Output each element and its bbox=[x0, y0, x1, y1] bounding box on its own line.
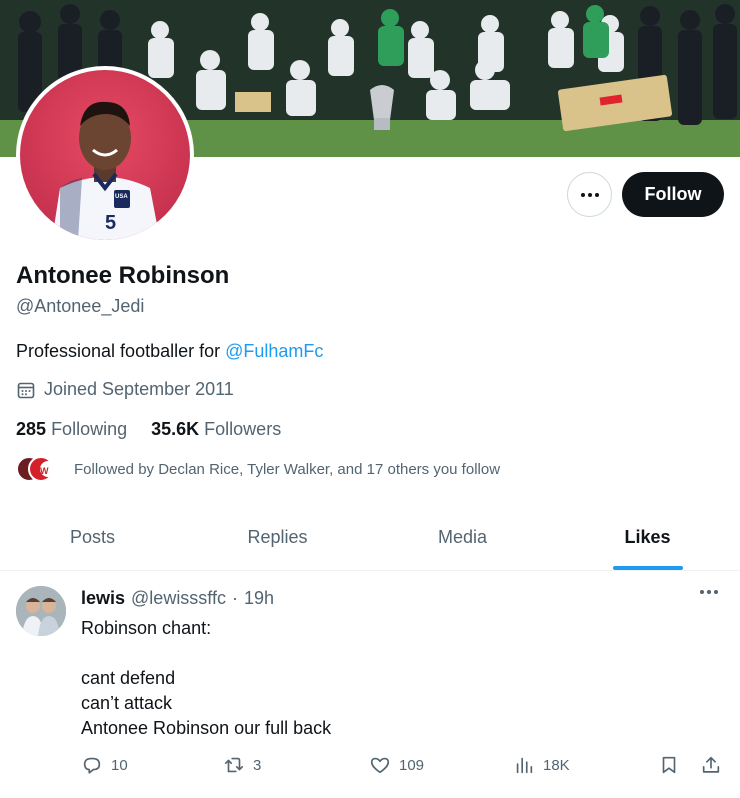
repost-button[interactable]: 3 bbox=[223, 754, 261, 776]
joined-text: Joined September 2011 bbox=[44, 379, 234, 399]
repost-count: 3 bbox=[253, 756, 262, 774]
tweet-author-name[interactable]: lewis bbox=[81, 588, 125, 609]
profile-avatar[interactable]: USA 5 bbox=[16, 66, 194, 244]
followers-label: Followers bbox=[204, 419, 282, 439]
tweet-line bbox=[81, 641, 331, 666]
tweet-line: cant defend bbox=[81, 668, 176, 688]
tweet-text: Robinson chant: cant defend can’t attack… bbox=[81, 616, 331, 741]
like-button[interactable]: 109 bbox=[369, 754, 424, 776]
calendar-icon bbox=[17, 382, 35, 398]
repost-icon bbox=[224, 757, 244, 773]
following-link[interactable]: 285 Following bbox=[16, 419, 127, 440]
profile-name: Antonee Robinson bbox=[16, 262, 230, 289]
following-label: Following bbox=[51, 419, 128, 439]
bookmark-icon bbox=[662, 756, 676, 774]
tweet-separator: · bbox=[232, 588, 238, 608]
reply-button[interactable]: 10 bbox=[81, 754, 128, 776]
tweet[interactable]: lewis @lewisssffc · 19h Robinson chant: … bbox=[0, 572, 740, 798]
more-options-button[interactable] bbox=[567, 172, 612, 217]
author-photo bbox=[16, 586, 66, 636]
followed-by[interactable]: W Followed by Declan Rice, Tyler Walker,… bbox=[16, 456, 500, 482]
avatar-photo: USA 5 bbox=[20, 70, 190, 240]
share-button[interactable] bbox=[700, 754, 722, 776]
tweet-header: lewis @lewisssffc · 19h bbox=[81, 588, 274, 609]
tab-posts[interactable]: Posts bbox=[0, 504, 185, 570]
tab-media[interactable]: Media bbox=[370, 504, 555, 570]
followed-by-text: Followed by Declan Rice, Tyler Walker, a… bbox=[74, 460, 501, 478]
tweet-author-avatar[interactable] bbox=[16, 586, 66, 636]
follow-counts: 285 Following 35.6K Followers bbox=[16, 419, 281, 440]
bookmark-button[interactable] bbox=[658, 754, 680, 776]
tweet-time[interactable]: 19h bbox=[244, 588, 274, 609]
profile-tabs: Posts Replies Media Likes bbox=[0, 504, 740, 571]
bio-text: Professional footballer for bbox=[16, 341, 226, 361]
jersey-crest: USA bbox=[115, 194, 128, 200]
tweet-more-button[interactable] bbox=[700, 590, 718, 594]
views-icon bbox=[516, 757, 533, 774]
joined-date: Joined September 2011 bbox=[16, 379, 234, 400]
tweet-line: Robinson chant: bbox=[81, 618, 212, 638]
reply-icon bbox=[83, 757, 101, 774]
tweet-actions: 10 3 109 18K bbox=[81, 754, 726, 780]
jersey-number: 5 bbox=[105, 212, 117, 234]
tweet-author-handle[interactable]: @lewisssffc bbox=[131, 588, 226, 609]
more-icon bbox=[700, 590, 718, 594]
followers-link[interactable]: 35.6K Followers bbox=[151, 419, 281, 440]
tab-replies[interactable]: Replies bbox=[185, 504, 370, 570]
like-icon bbox=[370, 757, 390, 774]
follower-avatar: W bbox=[40, 461, 56, 477]
like-count: 109 bbox=[399, 756, 425, 774]
views-button[interactable]: 18K bbox=[513, 754, 570, 776]
followers-count: 35.6K bbox=[151, 419, 200, 439]
more-icon bbox=[580, 192, 599, 197]
tweet-line: Antonee Robinson our full back bbox=[81, 718, 332, 738]
profile-bio: Professional footballer for @FulhamFc bbox=[16, 341, 323, 362]
reply-count: 10 bbox=[111, 756, 128, 774]
followed-by-avatars: W bbox=[16, 456, 64, 482]
follow-button[interactable]: Follow bbox=[622, 172, 724, 217]
tweet-line: can’t attack bbox=[81, 693, 173, 713]
views-count: 18K bbox=[543, 756, 570, 774]
tab-likes[interactable]: Likes bbox=[555, 504, 740, 570]
bio-mention-link[interactable]: @FulhamFc bbox=[225, 341, 323, 361]
profile-handle: @Antonee_Jedi bbox=[16, 296, 145, 316]
following-count: 285 bbox=[16, 419, 47, 439]
share-icon bbox=[702, 756, 720, 773]
